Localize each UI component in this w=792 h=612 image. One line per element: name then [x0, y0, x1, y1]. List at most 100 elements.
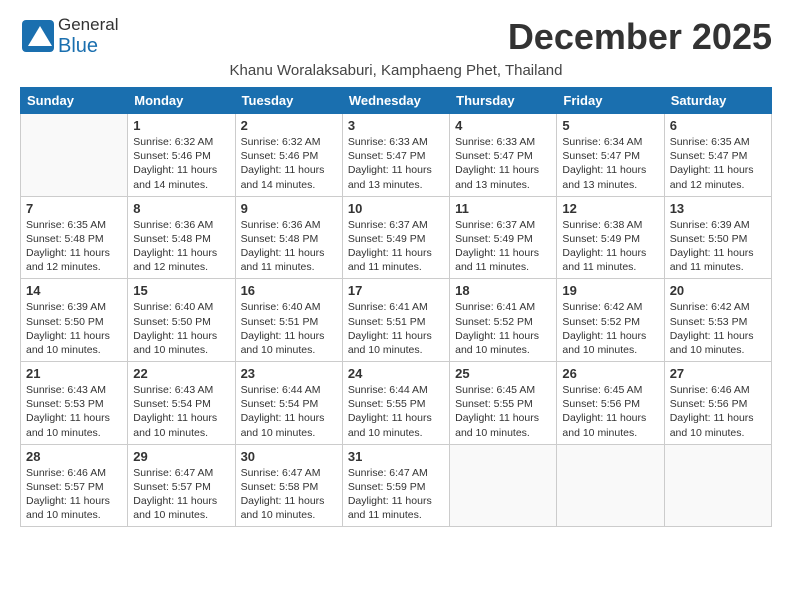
calendar-day: 13 Sunrise: 6:39 AM Sunset: 5:50 PM Dayli… [664, 196, 771, 279]
day-number: 3 [348, 118, 444, 133]
day-info: Sunrise: 6:39 AM Sunset: 5:50 PM Dayligh… [26, 300, 122, 357]
day-number: 15 [133, 283, 229, 298]
calendar-day: 29 Sunrise: 6:47 AM Sunset: 5:57 PM Dayli… [128, 444, 235, 527]
location-subtitle: Khanu Woralaksaburi, Kamphaeng Phet, Tha… [20, 62, 772, 79]
calendar-day: 19 Sunrise: 6:42 AM Sunset: 5:52 PM Dayli… [557, 279, 664, 362]
calendar-day [450, 444, 557, 527]
weekday-header-tuesday: Tuesday [235, 88, 342, 114]
day-number: 21 [26, 366, 122, 381]
day-info: Sunrise: 6:47 AM Sunset: 5:57 PM Dayligh… [133, 466, 229, 523]
day-number: 1 [133, 118, 229, 133]
day-info: Sunrise: 6:33 AM Sunset: 5:47 PM Dayligh… [348, 135, 444, 192]
calendar-week-3: 14 Sunrise: 6:39 AM Sunset: 5:50 PM Dayli… [21, 279, 772, 362]
calendar-day: 4 Sunrise: 6:33 AM Sunset: 5:47 PM Daylig… [450, 114, 557, 197]
calendar-week-1: 1 Sunrise: 6:32 AM Sunset: 5:46 PM Daylig… [21, 114, 772, 197]
day-info: Sunrise: 6:37 AM Sunset: 5:49 PM Dayligh… [348, 218, 444, 275]
calendar-day: 7 Sunrise: 6:35 AM Sunset: 5:48 PM Daylig… [21, 196, 128, 279]
calendar-day: 11 Sunrise: 6:37 AM Sunset: 5:49 PM Dayli… [450, 196, 557, 279]
calendar-day: 25 Sunrise: 6:45 AM Sunset: 5:55 PM Dayli… [450, 362, 557, 445]
calendar-day: 17 Sunrise: 6:41 AM Sunset: 5:51 PM Dayli… [342, 279, 449, 362]
calendar-day [21, 114, 128, 197]
day-number: 14 [26, 283, 122, 298]
weekday-header-friday: Friday [557, 88, 664, 114]
day-number: 13 [670, 201, 766, 216]
day-number: 7 [26, 201, 122, 216]
page-header: General Blue December 2025 [20, 16, 772, 58]
day-info: Sunrise: 6:36 AM Sunset: 5:48 PM Dayligh… [133, 218, 229, 275]
day-info: Sunrise: 6:41 AM Sunset: 5:51 PM Dayligh… [348, 300, 444, 357]
day-info: Sunrise: 6:33 AM Sunset: 5:47 PM Dayligh… [455, 135, 551, 192]
day-info: Sunrise: 6:47 AM Sunset: 5:58 PM Dayligh… [241, 466, 337, 523]
logo-icon [20, 18, 56, 54]
calendar-day: 22Sunrise: 6:43 AM Sunset: 5:54 PM Dayli… [128, 362, 235, 445]
calendar-day: 1 Sunrise: 6:32 AM Sunset: 5:46 PM Daylig… [128, 114, 235, 197]
day-number: 26 [562, 366, 658, 381]
day-info: Sunrise: 6:45 AM Sunset: 5:56 PM Dayligh… [562, 383, 658, 440]
day-info: Sunrise: 6:38 AM Sunset: 5:49 PM Dayligh… [562, 218, 658, 275]
day-info: Sunrise: 6:40 AM Sunset: 5:50 PM Dayligh… [133, 300, 229, 357]
day-number: 4 [455, 118, 551, 133]
day-number: 9 [241, 201, 337, 216]
day-info: Sunrise: 6:46 AM Sunset: 5:57 PM Dayligh… [26, 466, 122, 523]
day-number: 6 [670, 118, 766, 133]
weekday-header-monday: Monday [128, 88, 235, 114]
day-info: Sunrise: 6:42 AM Sunset: 5:52 PM Dayligh… [562, 300, 658, 357]
day-info: Sunrise: 6:45 AM Sunset: 5:55 PM Dayligh… [455, 383, 551, 440]
calendar-day: 21 Sunrise: 6:43 AM Sunset: 5:53 PM Dayli… [21, 362, 128, 445]
day-info: Sunrise: 6:32 AM Sunset: 5:46 PM Dayligh… [133, 135, 229, 192]
day-info: Sunrise: 6:39 AM Sunset: 5:50 PM Dayligh… [670, 218, 766, 275]
weekday-header-thursday: Thursday [450, 88, 557, 114]
calendar-day: 24Sunrise: 6:44 AM Sunset: 5:55 PM Dayli… [342, 362, 449, 445]
day-info: Sunrise: 6:46 AM Sunset: 5:56 PM Dayligh… [670, 383, 766, 440]
weekday-header-saturday: Saturday [664, 88, 771, 114]
day-number: 2 [241, 118, 337, 133]
calendar-day: 14 Sunrise: 6:39 AM Sunset: 5:50 PM Dayli… [21, 279, 128, 362]
calendar-day: 9Sunrise: 6:36 AM Sunset: 5:48 PM Daylig… [235, 196, 342, 279]
day-number: 23 [241, 366, 337, 381]
weekday-header-wednesday: Wednesday [342, 88, 449, 114]
calendar-day: 27 Sunrise: 6:46 AM Sunset: 5:56 PM Dayli… [664, 362, 771, 445]
day-info: Sunrise: 6:35 AM Sunset: 5:48 PM Dayligh… [26, 218, 122, 275]
day-info: Sunrise: 6:37 AM Sunset: 5:49 PM Dayligh… [455, 218, 551, 275]
day-number: 31 [348, 449, 444, 464]
calendar-day: 15 Sunrise: 6:40 AM Sunset: 5:50 PM Dayli… [128, 279, 235, 362]
day-info: Sunrise: 6:32 AM Sunset: 5:46 PM Dayligh… [241, 135, 337, 192]
day-number: 22 [133, 366, 229, 381]
day-info: Sunrise: 6:44 AM Sunset: 5:55 PM Dayligh… [348, 383, 444, 440]
weekday-header-sunday: Sunday [21, 88, 128, 114]
calendar-day [664, 444, 771, 527]
calendar-day: 30 Sunrise: 6:47 AM Sunset: 5:58 PM Dayli… [235, 444, 342, 527]
calendar-day: 6 Sunrise: 6:35 AM Sunset: 5:47 PM Daylig… [664, 114, 771, 197]
day-number: 17 [348, 283, 444, 298]
day-number: 29 [133, 449, 229, 464]
day-number: 20 [670, 283, 766, 298]
day-number: 25 [455, 366, 551, 381]
day-info: Sunrise: 6:35 AM Sunset: 5:47 PM Dayligh… [670, 135, 766, 192]
day-info: Sunrise: 6:42 AM Sunset: 5:53 PM Dayligh… [670, 300, 766, 357]
day-number: 10 [348, 201, 444, 216]
calendar-day [557, 444, 664, 527]
day-number: 30 [241, 449, 337, 464]
day-number: 5 [562, 118, 658, 133]
day-info: Sunrise: 6:43 AM Sunset: 5:53 PM Dayligh… [26, 383, 122, 440]
day-number: 19 [562, 283, 658, 298]
calendar-day: 18Sunrise: 6:41 AM Sunset: 5:52 PM Dayli… [450, 279, 557, 362]
calendar-day: 26 Sunrise: 6:45 AM Sunset: 5:56 PM Dayli… [557, 362, 664, 445]
calendar-table: SundayMondayTuesdayWednesdayThursdayFrid… [20, 87, 772, 527]
calendar-week-4: 21 Sunrise: 6:43 AM Sunset: 5:53 PM Dayli… [21, 362, 772, 445]
day-number: 27 [670, 366, 766, 381]
calendar-day: 20 Sunrise: 6:42 AM Sunset: 5:53 PM Dayli… [664, 279, 771, 362]
day-info: Sunrise: 6:47 AM Sunset: 5:59 PM Dayligh… [348, 466, 444, 523]
calendar-day: 12 Sunrise: 6:38 AM Sunset: 5:49 PM Dayli… [557, 196, 664, 279]
calendar-day: 10 Sunrise: 6:37 AM Sunset: 5:49 PM Dayli… [342, 196, 449, 279]
day-number: 12 [562, 201, 658, 216]
day-info: Sunrise: 6:44 AM Sunset: 5:54 PM Dayligh… [241, 383, 337, 440]
calendar-day: 23 Sunrise: 6:44 AM Sunset: 5:54 PM Dayli… [235, 362, 342, 445]
day-number: 11 [455, 201, 551, 216]
calendar-day: 28Sunrise: 6:46 AM Sunset: 5:57 PM Dayli… [21, 444, 128, 527]
calendar-day: 16Sunrise: 6:40 AM Sunset: 5:51 PM Dayli… [235, 279, 342, 362]
month-title: December 2025 [508, 16, 772, 58]
calendar-day: 31 Sunrise: 6:47 AM Sunset: 5:59 PM Dayli… [342, 444, 449, 527]
calendar-week-5: 28Sunrise: 6:46 AM Sunset: 5:57 PM Dayli… [21, 444, 772, 527]
calendar-header-row: SundayMondayTuesdayWednesdayThursdayFrid… [21, 88, 772, 114]
